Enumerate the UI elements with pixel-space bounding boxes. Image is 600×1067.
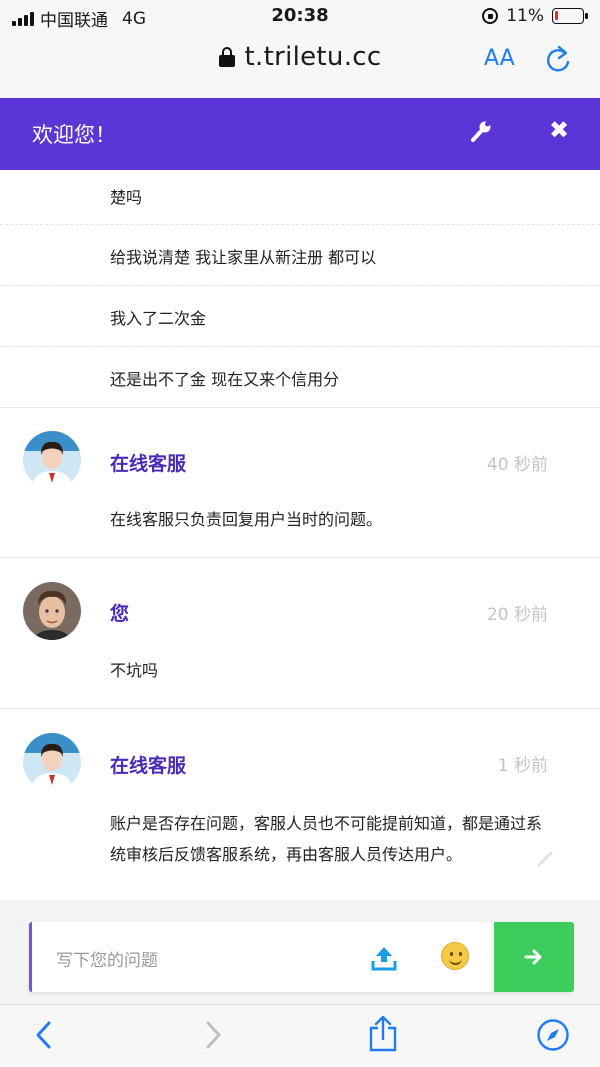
composer: 写下您的问题 [0, 900, 600, 1004]
forward-icon[interactable] [203, 1019, 223, 1055]
agent-avatar [23, 431, 81, 489]
user-avatar [23, 582, 81, 640]
reload-icon[interactable] [543, 44, 573, 80]
message-time: 1 秒前 [497, 756, 548, 776]
message-text: 不坑吗 [110, 661, 159, 680]
arrow-right-icon [524, 949, 542, 965]
browser-toolbar [0, 1004, 600, 1067]
padlock-icon [218, 47, 235, 67]
sender-name: 在线客服 [110, 453, 187, 475]
list-item: 给我说清楚 我让家里从新注册 都可以 [0, 225, 600, 286]
chat-message: 您 20 秒前 不坑吗 [0, 557, 600, 708]
orientation-lock-icon [482, 8, 499, 24]
message-text: 账户是否存在问题，客服人员也不可能提前知道，都是通过系统审核后反馈客服系统，再由… [110, 814, 543, 864]
close-icon[interactable]: ✖ [549, 116, 569, 144]
message-line: 我入了二次金 [110, 309, 207, 328]
text-size-label: AA [484, 46, 515, 71]
status-bar: 中国联通 4G 20:38 11% [0, 0, 600, 34]
pencil-icon [537, 849, 555, 871]
chat-message: 在线客服 40 秒前 在线客服只负责回复用户当时的问题。 [0, 407, 600, 557]
battery-icon [552, 8, 588, 24]
upload-icon[interactable] [370, 944, 398, 976]
message-line: 楚吗 [110, 188, 143, 207]
message-time: 20 秒前 [486, 605, 548, 625]
chat-message: 在线客服 1 秒前 账户是否存在问题，客服人员也不可能提前知道，都是通过系统审核… [0, 708, 600, 900]
message-text: 在线客服只负责回复用户当时的问题。 [110, 510, 383, 529]
message-line: 给我说清楚 我让家里从新注册 都可以 [110, 248, 377, 267]
list-item: 楚吗 [0, 170, 600, 225]
send-button[interactable] [494, 922, 574, 992]
battery-fill [555, 11, 558, 20]
browser-url-bar: t.triletu.cc AA [0, 34, 600, 98]
agent-avatar [23, 733, 81, 791]
compass-icon[interactable] [536, 1018, 570, 1056]
list-item: 我入了二次金 [0, 286, 600, 347]
header-title: 欢迎您！ [32, 123, 116, 147]
composer-box: 写下您的问题 [29, 922, 574, 992]
list-item: 还是出不了金 现在又来个信用分 [0, 347, 600, 407]
chat-log: 楚吗 给我说清楚 我让家里从新注册 都可以 我入了二次金 还是出不了金 现在又来… [0, 170, 600, 900]
sender-name: 您 [110, 603, 130, 625]
status-right: 11% [482, 6, 588, 26]
url-text: t.triletu.cc [244, 42, 382, 72]
battery-percent: 11% [506, 6, 544, 26]
message-line: 还是出不了金 现在又来个信用分 [110, 370, 340, 389]
question-input[interactable]: 写下您的问题 [56, 946, 158, 971]
share-icon[interactable] [368, 1015, 398, 1057]
message-time: 40 秒前 [486, 455, 548, 475]
chat-header: 欢迎您！ ✖ [0, 98, 600, 170]
text-size-button[interactable]: AA [484, 46, 515, 71]
smile-emoji-icon[interactable] [441, 942, 469, 970]
sender-name: 在线客服 [110, 755, 187, 777]
wrench-icon[interactable] [470, 119, 492, 147]
back-icon[interactable] [34, 1019, 54, 1055]
